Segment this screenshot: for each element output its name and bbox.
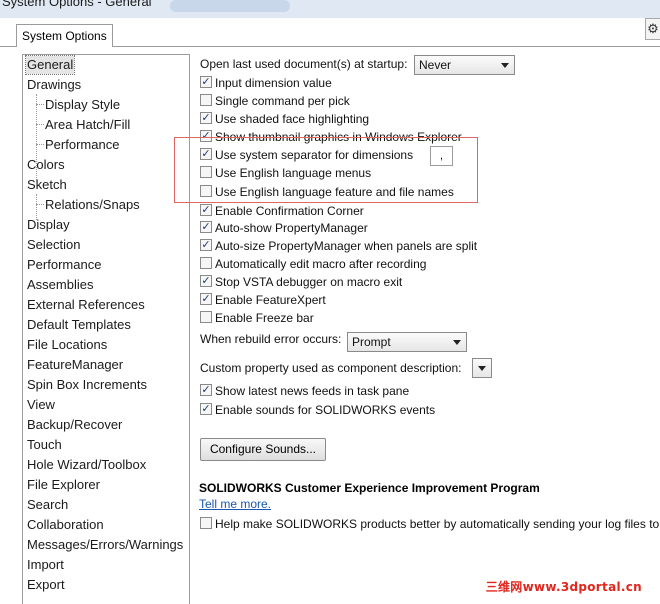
custom-property-label: Custom property used as component descri… — [200, 361, 462, 375]
tree-item-file-locations[interactable]: File Locations — [27, 336, 107, 354]
checkbox[interactable] — [200, 311, 212, 323]
tree-item-assemblies[interactable]: Assemblies — [27, 276, 93, 294]
option-label: Enable Confirmation Corner — [215, 204, 364, 218]
checkbox[interactable] — [200, 94, 212, 106]
tell-me-more-link[interactable]: Tell me more. — [199, 497, 271, 511]
tree-item-search[interactable]: Search — [27, 496, 68, 514]
option-label: Show latest news feeds in task pane — [215, 384, 410, 398]
titlebar-blur — [170, 0, 290, 12]
checkbox[interactable]: ✓ — [200, 275, 212, 287]
tree-connector — [36, 104, 44, 105]
option-label: Auto-size PropertyManager when panels ar… — [215, 239, 478, 253]
tree-item-general[interactable]: General — [24, 55, 76, 75]
tree-item-spin-box-increments[interactable]: Spin Box Increments — [27, 376, 147, 394]
tree-connector — [36, 144, 44, 145]
tree-item-touch[interactable]: Touch — [27, 436, 62, 454]
checkbox[interactable] — [200, 257, 212, 269]
tree-item-collaboration[interactable]: Collaboration — [27, 516, 104, 534]
window-title: System Options - General — [2, 0, 152, 9]
tree-item-selection[interactable]: Selection — [27, 236, 80, 254]
tree-item-drawings[interactable]: Drawings — [27, 76, 81, 94]
option-label: Stop VSTA debugger on macro exit — [215, 275, 403, 289]
tree-connector — [36, 124, 44, 125]
tree-item-display-style[interactable]: Display Style — [45, 96, 120, 114]
tree-item-display[interactable]: Display — [27, 216, 70, 234]
tree-item-import[interactable]: Import — [27, 556, 64, 574]
tree-item-area-hatch-fill[interactable]: Area Hatch/Fill — [45, 116, 130, 134]
configure-sounds-button[interactable]: Configure Sounds... — [200, 438, 326, 461]
option-label: Enable Freeze bar — [215, 311, 314, 325]
checkbox[interactable]: ✓ — [200, 384, 212, 396]
tree-item-export[interactable]: Export — [27, 576, 65, 594]
option-label: Use shaded face highlighting — [215, 112, 370, 126]
tree-item-hole-wizard-toolbox[interactable]: Hole Wizard/Toolbox — [27, 456, 146, 474]
option-label: Automatically edit macro after recording — [215, 257, 427, 271]
tree-item-relations-snaps[interactable]: Relations/Snaps — [45, 196, 140, 214]
tree-item-file-explorer[interactable]: File Explorer — [27, 476, 100, 494]
tree-item-performance[interactable]: Performance — [27, 256, 101, 274]
rebuild-error-label: When rebuild error occurs: — [200, 332, 342, 346]
ceip-heading: SOLIDWORKS Customer Experience Improveme… — [199, 481, 540, 495]
option-label: Input dimension value — [215, 76, 332, 90]
checkbox[interactable]: ✓ — [200, 112, 212, 124]
open-last-value: Never — [419, 58, 452, 72]
tree-item-sketch[interactable]: Sketch — [27, 176, 67, 194]
tab-system-options[interactable]: System Options — [16, 24, 113, 47]
highlight-box — [174, 137, 478, 203]
tree-item-messages-errors-warnings[interactable]: Messages/Errors/Warnings — [27, 536, 183, 554]
option-label: Auto-show PropertyManager — [215, 221, 368, 235]
tree-connector — [36, 204, 44, 205]
tree-item-view[interactable]: View — [27, 396, 55, 414]
option-label: Enable FeatureXpert — [215, 293, 326, 307]
checkbox[interactable]: ✓ — [200, 403, 212, 415]
gear-icon[interactable]: ⚙ — [645, 18, 660, 40]
open-last-label: Open last used document(s) at startup: — [200, 57, 408, 71]
option-label: Help make SOLIDWORKS products better by … — [215, 517, 660, 531]
tree-item-drawings-performance[interactable]: Performance — [45, 136, 119, 154]
checkbox[interactable]: ✓ — [200, 76, 212, 88]
checkbox[interactable] — [200, 517, 212, 529]
chevron-down-icon — [453, 340, 461, 345]
checkbox[interactable]: ✓ — [200, 239, 212, 251]
window-titlebar: System Options - General — [0, 0, 660, 18]
tree-item-external-references[interactable]: External References — [27, 296, 145, 314]
custom-property-select[interactable] — [472, 358, 492, 378]
tab-strip: System Options — [0, 18, 660, 48]
tree-item-colors[interactable]: Colors — [27, 156, 65, 174]
watermark: 三维网www.3dportal.cn — [485, 580, 642, 594]
tree-item-featuremanager[interactable]: FeatureManager — [27, 356, 123, 374]
checkbox[interactable]: ✓ — [200, 204, 212, 216]
option-label: Single command per pick — [215, 94, 350, 108]
tree-item-backup-recover[interactable]: Backup/Recover — [27, 416, 122, 434]
open-last-select[interactable]: Never — [414, 55, 515, 75]
checkbox[interactable]: ✓ — [200, 221, 212, 233]
options-tree[interactable]: General Drawings Display Style Area Hatc… — [22, 54, 190, 604]
rebuild-error-value: Prompt — [352, 335, 391, 349]
rebuild-error-select[interactable]: Prompt — [347, 332, 467, 352]
chevron-down-icon — [478, 366, 486, 371]
checkbox[interactable]: ✓ — [200, 293, 212, 305]
option-label: Enable sounds for SOLIDWORKS events — [215, 403, 436, 417]
chevron-down-icon — [501, 63, 509, 68]
tree-item-default-templates[interactable]: Default Templates — [27, 316, 131, 334]
